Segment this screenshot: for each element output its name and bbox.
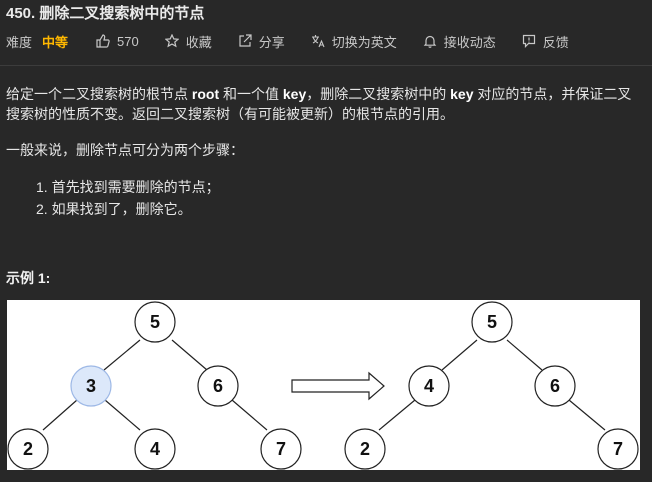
subscribe-label: 接收动态 <box>443 34 496 50</box>
tree-edge <box>568 399 606 431</box>
share-icon <box>238 34 252 48</box>
tree-node: 4 <box>408 365 450 407</box>
tree-node: 6 <box>197 365 239 407</box>
tree-edge <box>231 399 268 431</box>
svg-text:2: 2 <box>23 439 33 459</box>
bell-icon <box>423 34 437 48</box>
favorite-button[interactable]: 收藏 <box>164 32 212 51</box>
svg-text:7: 7 <box>613 439 623 459</box>
problem-title: 450. 删除二叉搜索树中的节点 <box>6 5 205 22</box>
tree-node: 5 <box>134 301 176 343</box>
after-tree: 5 4 6 2 7 <box>344 301 639 470</box>
before-tree: 5 3 6 2 4 7 <box>7 301 302 470</box>
tree-node: 2 <box>344 428 386 470</box>
svg-text:4: 4 <box>150 439 160 459</box>
tree-node: 6 <box>534 365 576 407</box>
share-button[interactable]: 分享 <box>238 32 285 51</box>
description-paragraph: 给定一个二叉搜索树的根节点 root 和一个值 key，删除二叉搜索树中的 ke… <box>6 84 644 124</box>
share-label: 分享 <box>258 34 285 50</box>
thumbs-up-icon <box>96 34 110 48</box>
like-count: 570 <box>117 33 139 49</box>
svg-text:5: 5 <box>487 312 497 332</box>
code-key: key <box>450 86 474 102</box>
translate-icon <box>311 34 325 48</box>
svg-text:4: 4 <box>424 376 434 396</box>
feedback-icon <box>522 34 536 48</box>
subscribe-button[interactable]: 接收动态 <box>423 32 496 51</box>
desc-text: 和一个值 <box>219 86 283 102</box>
steps-intro: 一般来说，删除节点可分为两个步骤： <box>6 142 244 158</box>
example-figure: 5 3 6 2 4 7 5 4 6 2 7 <box>7 300 640 470</box>
example-heading: 示例 1: <box>6 270 51 286</box>
desc-text: ，删除二叉搜索树中的 <box>306 86 451 102</box>
code-root: root <box>191 86 220 102</box>
tree-edge <box>104 399 141 431</box>
tree-node: 4 <box>134 428 176 470</box>
svg-text:3: 3 <box>86 376 96 396</box>
tree-node-highlighted: 3 <box>70 365 112 407</box>
translate-button[interactable]: 切换为英文 <box>311 32 397 51</box>
tree-edge <box>506 339 543 371</box>
right-arrow-icon <box>291 371 385 401</box>
tree-edge <box>171 339 208 371</box>
svg-text:2: 2 <box>360 439 370 459</box>
step-item: 1. 首先找到需要删除的节点； <box>36 179 220 195</box>
feedback-label: 反馈 <box>542 34 569 50</box>
tree-node: 5 <box>471 301 513 343</box>
tree-edge <box>441 339 478 371</box>
difficulty-label: 难度 <box>6 34 33 50</box>
tree-edge <box>42 399 78 431</box>
code-key: key <box>282 86 307 102</box>
tree-edge <box>103 339 141 371</box>
feedback-button[interactable]: 反馈 <box>522 32 569 51</box>
problem-description: 给定一个二叉搜索树的根节点 root 和一个值 key，删除二叉搜索树中的 ke… <box>6 84 644 124</box>
difficulty-badge: 中等 <box>42 34 69 50</box>
steps-list: 1. 首先找到需要删除的节点； 2. 如果找到了，删除它。 <box>36 176 220 220</box>
svg-text:7: 7 <box>276 439 286 459</box>
svg-text:6: 6 <box>213 376 223 396</box>
desc-text: 给定一个二叉搜索树的根节点 <box>6 86 192 102</box>
star-icon <box>164 34 179 48</box>
favorite-label: 收藏 <box>185 34 212 50</box>
tree-edge <box>378 399 416 431</box>
header-divider <box>0 65 652 66</box>
tree-node: 7 <box>597 428 639 470</box>
tree-node: 2 <box>7 428 49 470</box>
svg-text:5: 5 <box>150 312 160 332</box>
like-button[interactable]: 570 <box>96 34 139 49</box>
step-item: 2. 如果找到了，删除它。 <box>36 201 192 217</box>
problem-meta-bar: 难度 中等 570 收藏 分享 切换为英文 接收动态 反馈 <box>6 32 595 50</box>
tree-node: 7 <box>260 428 302 470</box>
translate-label: 切换为英文 <box>331 34 397 50</box>
svg-text:6: 6 <box>550 376 560 396</box>
